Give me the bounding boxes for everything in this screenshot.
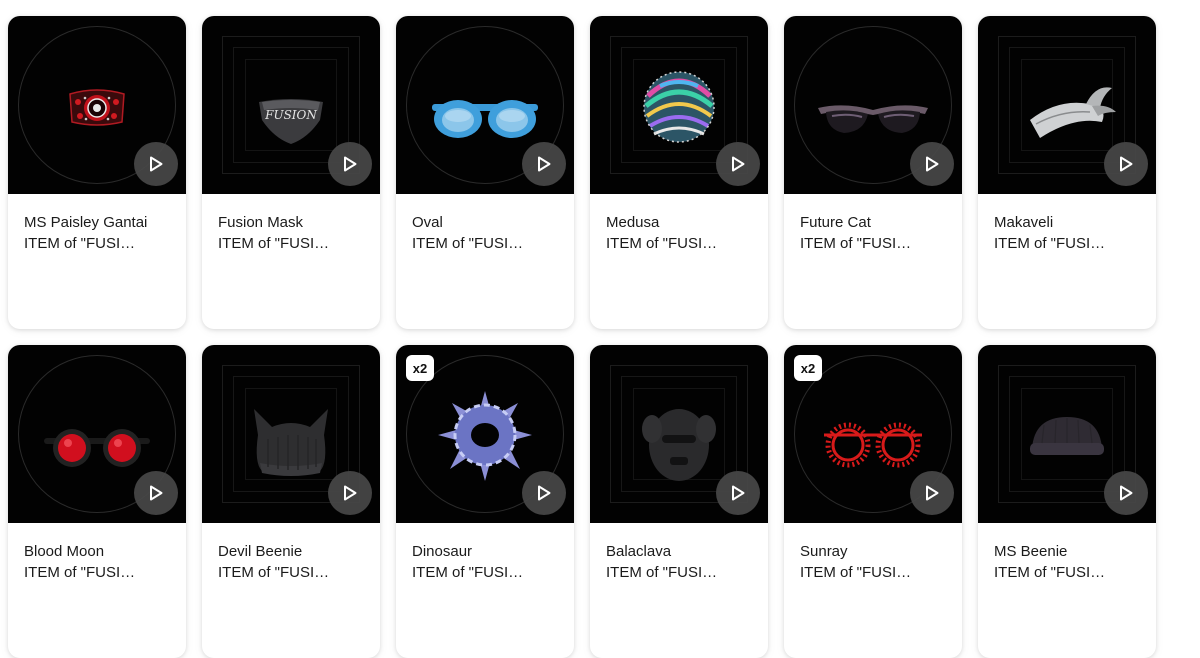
item-info: Oval ITEM of "FUSION" collection xyxy=(396,194,574,254)
item-title[interactable]: Future Cat xyxy=(800,213,946,233)
play-icon xyxy=(344,485,357,501)
item-info: Future Cat ITEM of "FUSION" collection xyxy=(784,194,962,254)
quantity-badge: x2 xyxy=(406,355,434,381)
item-card[interactable]: Balaclava ITEM of "FUSION" collection xyxy=(590,345,768,658)
play-button[interactable] xyxy=(716,142,760,186)
item-title[interactable]: Makaveli xyxy=(994,213,1140,233)
item-card[interactable]: MS Paisley Gantai ITEM of "FUSION" collec… xyxy=(8,16,186,329)
item-title[interactable]: Oval xyxy=(412,213,558,233)
item-collection: ITEM of "FUSION" collection xyxy=(24,235,139,252)
item-title[interactable]: Fusion Mask xyxy=(218,213,364,233)
play-icon xyxy=(344,156,357,172)
item-card[interactable]: Devil Beenie ITEM of "FUSION" collection xyxy=(202,345,380,658)
item-info: Medusa ITEM of "FUSION" collection xyxy=(590,194,768,254)
item-collection: ITEM of "FUSION" collection xyxy=(412,235,527,252)
item-card[interactable]: Oval ITEM of "FUSION" collection xyxy=(396,16,574,329)
item-title[interactable]: Dinosaur xyxy=(412,542,558,562)
play-icon xyxy=(732,156,745,172)
item-card[interactable]: FUSION Fusion Mask ITEM of "FUSION" collec… xyxy=(202,16,380,329)
quantity-badge: x2 xyxy=(794,355,822,381)
item-card[interactable]: x2 Sunray ITEM of "FUSION" collection xyxy=(784,345,962,658)
item-info: Sunray ITEM of "FUSION" collection xyxy=(784,523,962,583)
play-button[interactable] xyxy=(910,142,954,186)
item-preview[interactable] xyxy=(8,16,186,194)
item-title[interactable]: Devil Beenie xyxy=(218,542,364,562)
svg-text:FUSION: FUSION xyxy=(264,108,317,122)
item-info: Devil Beenie ITEM of "FUSION" collection xyxy=(202,523,380,583)
item-collection: ITEM of "FUSION" collection xyxy=(994,235,1109,252)
play-button[interactable] xyxy=(328,142,372,186)
item-collection: ITEM of "FUSION" collection xyxy=(606,235,721,252)
play-icon xyxy=(732,485,745,501)
item-preview[interactable] xyxy=(202,345,380,523)
item-collection: ITEM of "FUSION" collection xyxy=(24,564,139,581)
item-collection: ITEM of "FUSION" collection xyxy=(218,564,333,581)
play-button[interactable] xyxy=(134,471,178,515)
item-collection: ITEM of "FUSION" collection xyxy=(994,564,1109,581)
item-collection: ITEM of "FUSION" collection xyxy=(800,235,915,252)
play-icon xyxy=(926,156,939,172)
play-icon xyxy=(926,485,939,501)
item-preview[interactable] xyxy=(784,16,962,194)
play-icon xyxy=(150,485,163,501)
item-title[interactable]: Blood Moon xyxy=(24,542,170,562)
item-collection: ITEM of "FUSION" collection xyxy=(218,235,333,252)
item-collection: ITEM of "FUSION" collection xyxy=(800,564,915,581)
play-button[interactable] xyxy=(1104,142,1148,186)
item-preview[interactable]: x2 xyxy=(396,345,574,523)
play-icon xyxy=(538,156,551,172)
item-info: MS Beenie ITEM of "FUSION" collection xyxy=(978,523,1156,583)
item-info: Makaveli ITEM of "FUSION" collection xyxy=(978,194,1156,254)
item-title[interactable]: Balaclava xyxy=(606,542,752,562)
play-button[interactable] xyxy=(522,471,566,515)
play-button[interactable] xyxy=(716,471,760,515)
item-collection: ITEM of "FUSION" collection xyxy=(606,564,721,581)
play-icon xyxy=(150,156,163,172)
item-grid: MS Paisley Gantai ITEM of "FUSION" collec… xyxy=(8,16,1168,658)
item-card[interactable]: MS Beenie ITEM of "FUSION" collection xyxy=(978,345,1156,658)
item-collection: ITEM of "FUSION" collection xyxy=(412,564,527,581)
item-preview[interactable] xyxy=(8,345,186,523)
item-preview[interactable] xyxy=(978,345,1156,523)
item-title[interactable]: Sunray xyxy=(800,542,946,562)
item-title[interactable]: MS Paisley Gantai xyxy=(24,213,170,233)
play-button[interactable] xyxy=(910,471,954,515)
item-info: MS Paisley Gantai ITEM of "FUSION" collec… xyxy=(8,194,186,254)
play-icon xyxy=(538,485,551,501)
play-button[interactable] xyxy=(134,142,178,186)
item-card[interactable]: x2 Dinosaur ITEM of "FUSION" collection xyxy=(396,345,574,658)
item-preview[interactable] xyxy=(590,345,768,523)
item-info: Blood Moon ITEM of "FUSION" collection xyxy=(8,523,186,583)
item-card[interactable]: Makaveli ITEM of "FUSION" collection xyxy=(978,16,1156,329)
play-icon xyxy=(1120,156,1133,172)
play-button[interactable] xyxy=(328,471,372,515)
item-preview[interactable] xyxy=(396,16,574,194)
item-info: Fusion Mask ITEM of "FUSION" collection xyxy=(202,194,380,254)
play-icon xyxy=(1120,485,1133,501)
item-preview[interactable]: FUSION xyxy=(202,16,380,194)
item-info: Balaclava ITEM of "FUSION" collection xyxy=(590,523,768,583)
play-button[interactable] xyxy=(1104,471,1148,515)
play-button[interactable] xyxy=(522,142,566,186)
item-preview[interactable] xyxy=(978,16,1156,194)
item-card[interactable]: Future Cat ITEM of "FUSION" collection xyxy=(784,16,962,329)
item-info: Dinosaur ITEM of "FUSION" collection xyxy=(396,523,574,583)
item-title[interactable]: Medusa xyxy=(606,213,752,233)
item-preview[interactable] xyxy=(590,16,768,194)
item-card[interactable]: Medusa ITEM of "FUSION" collection xyxy=(590,16,768,329)
item-title[interactable]: MS Beenie xyxy=(994,542,1140,562)
item-card[interactable]: Blood Moon ITEM of "FUSION" collection xyxy=(8,345,186,658)
item-preview[interactable]: x2 xyxy=(784,345,962,523)
